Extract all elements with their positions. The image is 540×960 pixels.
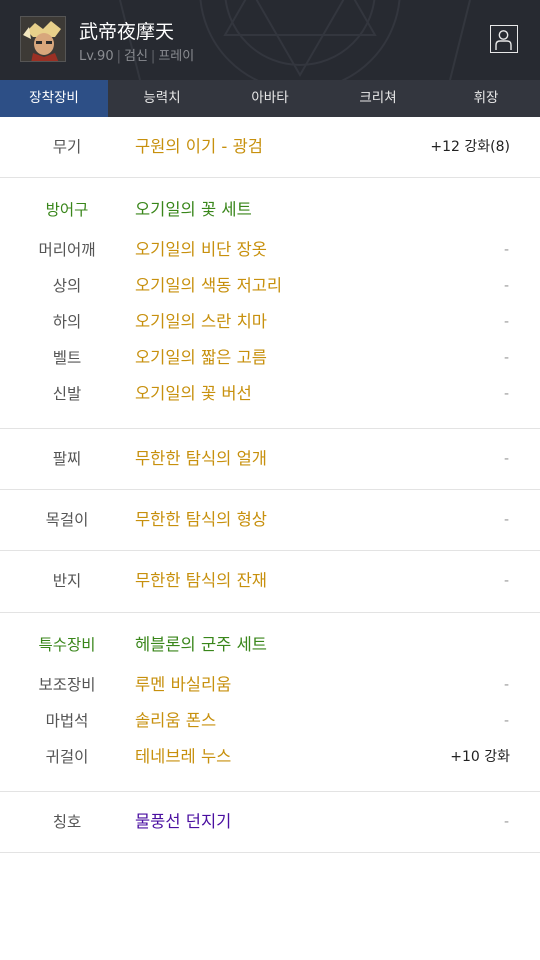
armor-row-bottom[interactable]: 하의 오기일의 스란 치마 - xyxy=(0,307,540,337)
tab-stats[interactable]: 능력치 xyxy=(108,80,216,117)
item-name: 솔리움 폰스 xyxy=(135,711,217,730)
enhance-value: - xyxy=(503,242,509,258)
slot-label: 반지 xyxy=(52,572,82,590)
item-name: 오기일의 스란 치마 xyxy=(135,312,267,331)
set-name: 오기일의 꽃 세트 xyxy=(135,200,252,219)
armor-row-head[interactable]: 머리어깨 오기일의 비단 장옷 - xyxy=(0,235,540,265)
character-level: Lv.90 xyxy=(79,49,114,64)
slot-label: 칭호 xyxy=(52,813,82,831)
special-section: 특수장비 헤블론의 군주 세트 보조장비 루멘 바실리움 - 마법석 솔리움 폰… xyxy=(0,613,540,792)
special-row-earring[interactable]: 귀걸이 테네브레 누스 +10 강화 xyxy=(0,742,540,772)
profile-button[interactable] xyxy=(490,25,518,53)
ring-row[interactable]: 반지 무한한 탐식의 잔재 - xyxy=(0,566,540,596)
character-job: 검신 xyxy=(124,49,148,64)
enhance-value: - xyxy=(503,512,509,528)
item-name: 오기일의 비단 장옷 xyxy=(135,240,267,259)
enhance-value: +10 강화 xyxy=(450,749,510,765)
enhance-value: - xyxy=(503,314,509,330)
item-name: 루멘 바실리움 xyxy=(135,675,232,694)
enhance-value: - xyxy=(503,814,509,830)
item-name: 무한한 탐식의 잔재 xyxy=(135,571,267,590)
slot-label: 무기 xyxy=(52,138,82,156)
title-row[interactable]: 칭호 물풍선 던지기 - xyxy=(0,807,540,837)
enhance-value: - xyxy=(503,677,509,693)
item-name: 테네브레 누스 xyxy=(135,747,232,766)
character-avatar[interactable] xyxy=(20,16,66,62)
special-set-row[interactable]: 특수장비 헤블론의 군주 세트 xyxy=(0,630,540,660)
armor-set-row[interactable]: 방어구 오기일의 꽃 세트 xyxy=(0,195,540,225)
necklace-row[interactable]: 목걸이 무한한 탐식의 형상 - xyxy=(0,505,540,535)
bracelet-row[interactable]: 팔찌 무한한 탐식의 얼개 - xyxy=(0,444,540,474)
slot-label: 벨트 xyxy=(52,349,82,367)
item-name: 오기일의 꽃 버선 xyxy=(135,384,252,403)
armor-section: 방어구 오기일의 꽃 세트 머리어깨 오기일의 비단 장옷 - 상의 오기일의 … xyxy=(0,178,540,429)
tab-emblem[interactable]: 휘장 xyxy=(432,80,540,117)
enhance-value: - xyxy=(503,573,509,589)
item-name: 무한한 탐식의 얼개 xyxy=(135,449,267,468)
slot-label: 팔찌 xyxy=(52,450,82,468)
enhance-value: - xyxy=(503,350,509,366)
tab-equipment[interactable]: 장착장비 xyxy=(0,80,108,117)
armor-row-top[interactable]: 상의 오기일의 색동 저고리 - xyxy=(0,271,540,301)
enhance-value: - xyxy=(503,713,509,729)
character-header: 武帝夜摩天 Lv.90 | 검신 | 프레이 xyxy=(0,0,540,80)
tab-creature[interactable]: 크리쳐 xyxy=(324,80,432,117)
item-name: 오기일의 짧은 고름 xyxy=(135,348,267,367)
slot-label: 하의 xyxy=(52,313,82,331)
character-name: 武帝夜摩天 xyxy=(79,21,175,43)
special-row-sub[interactable]: 보조장비 루멘 바실리움 - xyxy=(0,670,540,700)
tab-avatar[interactable]: 아바타 xyxy=(216,80,324,117)
bracelet-section: 팔찌 무한한 탐식의 얼개 - xyxy=(0,429,540,490)
armor-row-shoes[interactable]: 신발 오기일의 꽃 버선 - xyxy=(0,379,540,409)
necklace-section: 목걸이 무한한 탐식의 형상 - xyxy=(0,490,540,551)
person-outline-icon xyxy=(495,30,512,50)
title-section: 칭호 물풍선 던지기 - xyxy=(0,792,540,853)
character-server: 프레이 xyxy=(158,49,195,64)
character-info: Lv.90 | 검신 | 프레이 xyxy=(79,49,195,64)
enhance-value: - xyxy=(503,386,509,402)
slot-label: 귀걸이 xyxy=(45,748,89,766)
slot-label: 상의 xyxy=(52,277,82,295)
item-name: 물풍선 던지기 xyxy=(135,812,232,831)
item-name: 무한한 탐식의 형상 xyxy=(135,510,267,529)
slot-label: 신발 xyxy=(52,385,82,403)
weapon-section: 무기 구원의 이기 - 광검 +12 강화(8) xyxy=(0,117,540,178)
slot-label: 보조장비 xyxy=(38,676,96,694)
slot-label: 특수장비 xyxy=(38,636,96,654)
tab-bar: 장착장비 능력치 아바타 크리쳐 휘장 xyxy=(0,80,540,117)
item-name: 오기일의 색동 저고리 xyxy=(135,276,283,295)
enhance-value: - xyxy=(503,451,509,467)
slot-label: 목걸이 xyxy=(45,511,89,529)
slot-label: 머리어깨 xyxy=(38,241,96,259)
weapon-row[interactable]: 무기 구원의 이기 - 광검 +12 강화(8) xyxy=(0,132,540,162)
slot-label: 마법석 xyxy=(45,712,89,730)
character-portrait-icon xyxy=(21,17,65,61)
enhance-value: - xyxy=(503,278,509,294)
item-name: 구원의 이기 - 광검 xyxy=(135,137,263,156)
enhance-value: +12 강화(8) xyxy=(430,139,510,155)
armor-row-belt[interactable]: 벨트 오기일의 짧은 고름 - xyxy=(0,343,540,373)
slot-label: 방어구 xyxy=(45,201,89,219)
set-name: 헤블론의 군주 세트 xyxy=(135,635,267,654)
special-row-magicstone[interactable]: 마법석 솔리움 폰스 - xyxy=(0,706,540,736)
ring-section: 반지 무한한 탐식의 잔재 - xyxy=(0,551,540,613)
